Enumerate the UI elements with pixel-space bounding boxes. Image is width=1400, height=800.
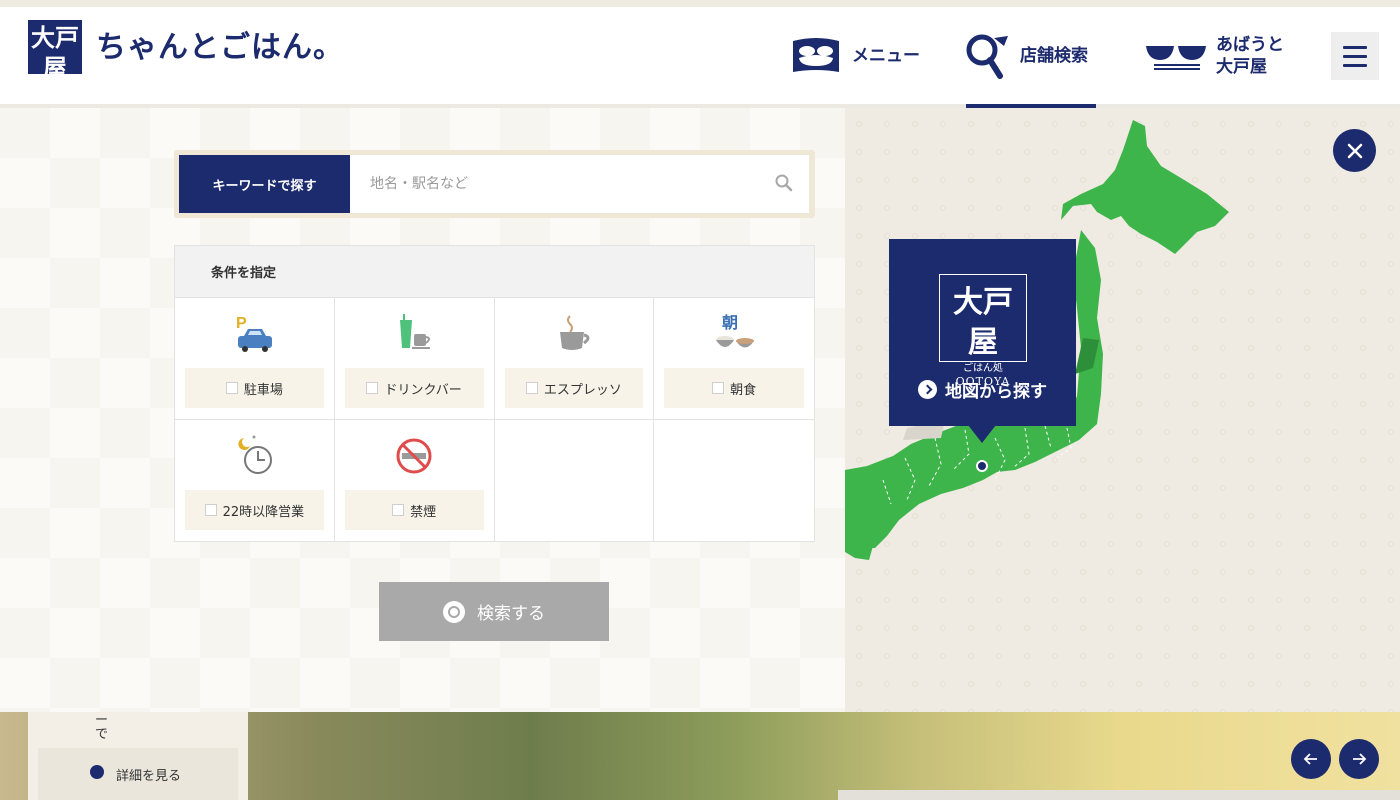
nav-menu[interactable]: メニュー <box>790 7 920 104</box>
hamburger-bar <box>1343 54 1367 58</box>
condition-cell-late-night: 22時以降営業 <box>175 420 335 542</box>
condition-cell-drink-bar: ドリンクバー <box>334 298 495 420</box>
nav-about-ootoya[interactable]: あばうと 大戸屋 <box>1144 7 1284 104</box>
close-icon <box>1347 143 1362 158</box>
slide-prev-button[interactable] <box>1291 739 1331 779</box>
logo-mark-text: 大戸屋 <box>31 23 79 82</box>
search-icon[interactable] <box>774 173 794 193</box>
conditions-grid: P 駐車場 ドリンクバー エスプレッソ 朝 朝食 22時以降営業 禁煙 <box>175 298 814 542</box>
condition-espresso[interactable]: エスプレッソ <box>504 368 644 408</box>
map-panel: 大戸屋 ごはん処 OOTOYA 地図から探す <box>845 108 1400 712</box>
arrow-right-icon <box>1353 753 1367 765</box>
keyword-search-box: キーワードで探す <box>174 150 815 218</box>
ootoya-logo-mark[interactable]: 大戸屋 OOTOYA <box>28 20 82 91</box>
bowls-chopsticks-icon <box>1146 45 1206 70</box>
condition-cell-no-smoking: 禁煙 <box>335 420 495 542</box>
breakfast-icon: 朝 <box>716 313 755 348</box>
conditions-title: 条件を指定 <box>175 246 814 298</box>
tokyo-marker <box>976 460 988 472</box>
breakfast-checkbox[interactable] <box>712 382 725 394</box>
parking-checkbox[interactable] <box>225 382 238 394</box>
card-logo-text: 大戸屋 <box>953 285 1013 360</box>
condition-late-night-label: 22時以降営業 <box>222 504 305 520</box>
no-smoking-checkbox[interactable] <box>392 504 405 516</box>
detail-link-label: 詳細を見る <box>116 768 182 784</box>
map-hokkaido <box>1061 120 1229 254</box>
nav-about-line2: 大戸屋 <box>1216 56 1267 77</box>
arrow-left-icon <box>1303 753 1317 765</box>
conditions-box: 条件を指定 P 駐車場 ドリンクバー エスプレッソ 朝 朝食 22時以降営業 禁… <box>174 245 815 542</box>
condition-cell-parking: P 駐車場 <box>175 298 335 420</box>
condition-breakfast[interactable]: 朝食 <box>664 368 804 408</box>
map-search-label: 地図から探す <box>945 382 1047 402</box>
condition-drink-bar-label: ドリンクバー <box>384 382 462 398</box>
nav-about-line1: あばうと <box>1216 34 1284 55</box>
map-search-link[interactable]: 地図から探す <box>889 377 1076 402</box>
hero-card-text: ー で <box>95 713 109 742</box>
card-logo-small: ごはん処 <box>963 363 1003 374</box>
condition-drink-bar[interactable]: ドリンクバー <box>344 368 484 408</box>
keyword-search-tab[interactable]: キーワードで探す <box>179 155 350 213</box>
no-smoking-icon <box>396 438 432 474</box>
card-ootoya-logo: 大戸屋 ごはん処 OOTOYA <box>939 274 1027 388</box>
condition-espresso-label: エスプレッソ <box>543 382 622 398</box>
parking-icon: P <box>236 315 273 352</box>
drink-bar-icon <box>400 314 431 349</box>
map-search-card[interactable]: 大戸屋 ごはん処 OOTOYA 地図から探す <box>889 239 1076 443</box>
search-circle-icon <box>443 600 465 623</box>
condition-cell-empty <box>495 420 655 542</box>
slide-next-button[interactable] <box>1339 739 1379 779</box>
condition-cell-espresso: エスプレッソ <box>494 298 655 420</box>
espresso-checkbox[interactable] <box>525 382 538 394</box>
keyword-search-input[interactable] <box>350 155 809 213</box>
condition-breakfast-label: 朝食 <box>730 382 757 398</box>
condition-late-night[interactable]: 22時以降営業 <box>185 490 324 530</box>
drink-bar-checkbox[interactable] <box>366 382 379 394</box>
hamburger-menu-button[interactable] <box>1331 32 1379 80</box>
hamburger-bar <box>1343 63 1367 67</box>
late-night-clock-icon <box>238 435 273 474</box>
nav-shop-search-label: 店舗検索 <box>1020 45 1088 66</box>
search-panel: キーワードで探す 条件を指定 P 駐車場 <box>0 108 845 712</box>
condition-cell-empty <box>654 420 814 542</box>
hamburger-bar <box>1343 45 1367 49</box>
nav-menu-label: メニュー <box>852 45 920 66</box>
search-submit-button[interactable]: 検索する <box>379 582 609 641</box>
logo-tagline[interactable]: ちゃんとごはん。 <box>96 28 344 68</box>
svg-text:朝: 朝 <box>722 313 738 332</box>
bottom-panel-edge <box>838 790 1400 800</box>
logo-mark-sub: OOTOYA <box>39 83 71 91</box>
condition-parking[interactable]: 駐車場 <box>185 368 324 408</box>
condition-parking-label: 駐車場 <box>243 382 283 398</box>
detail-link[interactable]: 詳細を見る <box>38 748 238 800</box>
late-night-checkbox[interactable] <box>204 504 217 516</box>
search-submit-label: 検索する <box>477 604 545 624</box>
close-button[interactable] <box>1333 129 1376 172</box>
condition-no-smoking-label: 禁煙 <box>410 504 437 520</box>
condition-no-smoking[interactable]: 禁煙 <box>344 490 484 530</box>
menu-bowl-icon <box>793 37 839 72</box>
arrow-right-icon <box>918 380 937 399</box>
condition-cell-breakfast: 朝 朝食 <box>654 298 814 420</box>
top-strip <box>0 0 1400 7</box>
nav-shop-search[interactable]: 店舗検索 <box>964 7 1088 104</box>
svg-text:P: P <box>236 315 247 332</box>
shop-search-icon <box>966 34 1008 79</box>
espresso-icon <box>559 315 590 350</box>
